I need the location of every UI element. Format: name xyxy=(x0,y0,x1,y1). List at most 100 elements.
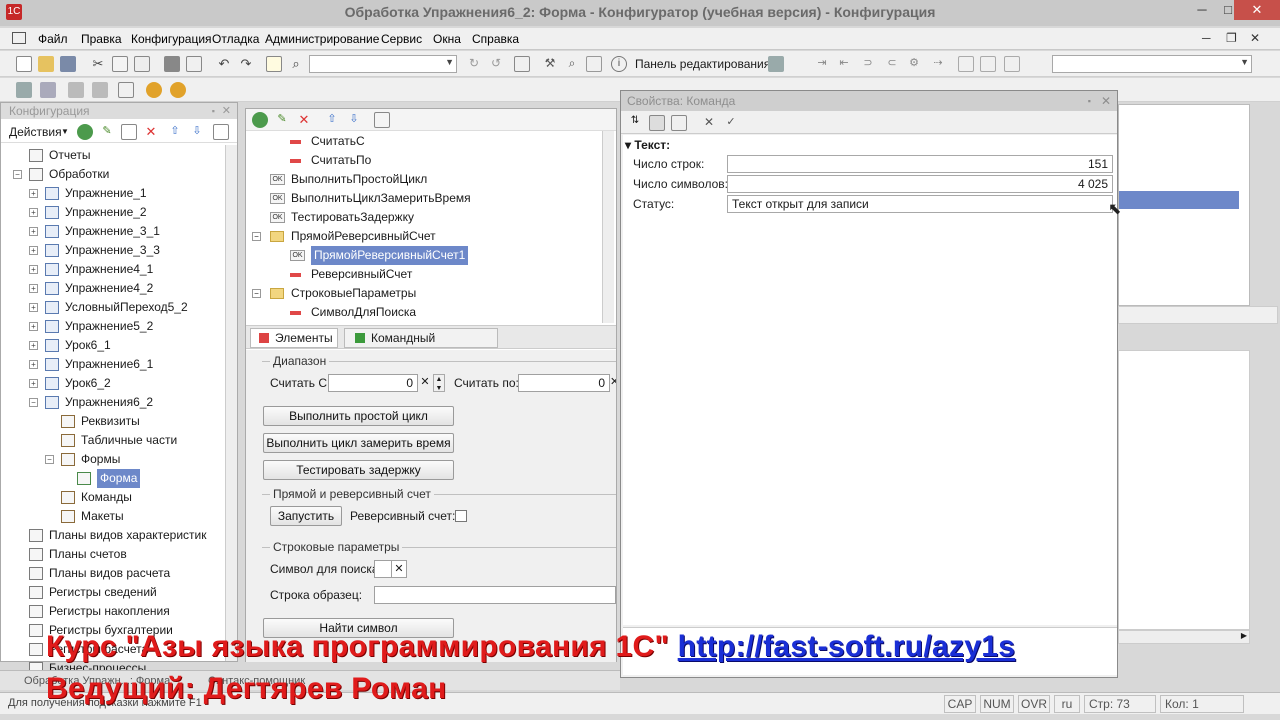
tree-item[interactable]: + Упражнение_1 xyxy=(1,184,223,203)
menu-windows[interactable]: Окна xyxy=(433,32,461,46)
tree-item[interactable]: + Упражнение5_2 xyxy=(1,317,223,336)
chevron-down-icon[interactable]: ▼ xyxy=(445,57,454,67)
pin-icon[interactable]: ▪ xyxy=(1088,91,1091,111)
property-value[interactable]: 4 025 xyxy=(727,175,1113,193)
block-icon[interactable]: ⊃ xyxy=(860,56,876,72)
tab-command-interface[interactable]: Командный интерфейс xyxy=(344,328,498,363)
tree-item[interactable]: Планы видов расчета xyxy=(1,564,223,583)
horizontal-scrollbar[interactable]: ▶ xyxy=(1118,630,1250,644)
procedures-combo[interactable]: ▼ xyxy=(1052,55,1252,73)
collapse-icon[interactable]: − xyxy=(29,398,38,407)
categories-icon[interactable] xyxy=(649,115,665,131)
test-delay-button[interactable]: Тестировать задержку xyxy=(263,460,454,480)
copy-item-icon[interactable] xyxy=(121,124,137,140)
panel-close-icon[interactable]: ✕ xyxy=(222,103,231,119)
menu-service[interactable]: Сервис xyxy=(381,32,422,46)
tab-elements[interactable]: Элементы xyxy=(250,328,338,348)
menu-file[interactable]: Файл xyxy=(38,32,68,46)
element-item[interactable]: СчитатьПо xyxy=(246,151,598,170)
windows-icon[interactable] xyxy=(514,56,530,72)
chevron-down-icon[interactable]: ▼ xyxy=(61,127,69,136)
paste-icon[interactable] xyxy=(134,56,150,72)
config-icon[interactable] xyxy=(16,82,32,98)
new-icon[interactable] xyxy=(16,56,32,72)
tree-item[interactable]: Реквизиты xyxy=(1,412,223,431)
copy-icon[interactable] xyxy=(112,56,128,72)
expand-icon[interactable]: + xyxy=(29,341,38,350)
unblock-icon[interactable]: ⊂ xyxy=(884,56,900,72)
undo-icon[interactable]: ↶ xyxy=(216,56,232,72)
debug-icon[interactable] xyxy=(170,82,186,98)
scroll-right-icon[interactable]: ▶ xyxy=(1241,631,1247,640)
doc-icon[interactable] xyxy=(586,56,602,72)
tree-item[interactable]: + Упражнение_3_3 xyxy=(1,241,223,260)
expand-icon[interactable]: + xyxy=(29,303,38,312)
collapse-icon[interactable]: − xyxy=(13,170,22,179)
tree-item[interactable]: + Упражнение4_1 xyxy=(1,260,223,279)
course-link[interactable]: http://fast-soft.ru/azy1s xyxy=(678,630,1016,663)
format-icon[interactable]: ⚙ xyxy=(906,56,922,72)
properties-close-icon[interactable]: ✕ xyxy=(1101,91,1111,111)
expand-icon[interactable]: + xyxy=(29,265,38,274)
next-bookmark-icon[interactable] xyxy=(980,56,996,72)
tree-item[interactable]: Отчеты xyxy=(1,146,223,165)
confirm-icon[interactable]: ✓ xyxy=(723,115,739,131)
tree-item[interactable]: + Упражнение_2 xyxy=(1,203,223,222)
element-item[interactable]: OK ВыполнитьПростойЦикл xyxy=(246,170,598,189)
clear-bookmarks-icon[interactable] xyxy=(1004,56,1020,72)
start-debug-icon[interactable] xyxy=(118,82,134,98)
sample-string-input[interactable] xyxy=(374,586,616,604)
print-icon[interactable] xyxy=(164,56,180,72)
add-icon[interactable] xyxy=(77,124,93,140)
tree-item[interactable]: − Обработки xyxy=(1,165,223,184)
sort-icon[interactable] xyxy=(213,124,229,140)
expand-icon[interactable]: + xyxy=(29,227,38,236)
selected-row[interactable] xyxy=(1119,191,1239,209)
tree-item[interactable]: + Упражнение_3_1 xyxy=(1,222,223,241)
element-item[interactable]: OK ПрямойРеверсивныйСчет1 xyxy=(246,246,598,265)
info-icon[interactable]: i xyxy=(611,56,627,72)
cut-icon[interactable]: ✂ xyxy=(90,56,106,72)
menu-help[interactable]: Справка xyxy=(472,32,519,46)
config-tree-scrollbar[interactable] xyxy=(225,145,237,661)
tree-item[interactable]: + Упражнение4_2 xyxy=(1,279,223,298)
update-db-icon[interactable] xyxy=(68,82,84,98)
element-item[interactable]: OK ВыполнитьЦиклЗамеритьВремя xyxy=(246,189,598,208)
open-icon[interactable] xyxy=(38,56,54,72)
mdi-close-button[interactable]: ✕ xyxy=(1250,31,1260,45)
find-in-file-icon[interactable] xyxy=(266,56,282,72)
move-down-icon[interactable]: ⇩ xyxy=(189,124,205,140)
tool-icon[interactable]: ⚒ xyxy=(542,56,558,72)
expand-icon[interactable]: + xyxy=(29,208,38,217)
elements-tree-scrollbar[interactable] xyxy=(602,131,614,323)
tree-item[interactable]: Табличные части xyxy=(1,431,223,450)
run-timed-loop-button[interactable]: Выполнить цикл замерить время xyxy=(263,433,454,453)
delete-icon[interactable]: ✕ xyxy=(143,124,159,140)
property-value[interactable]: 151 xyxy=(727,155,1113,173)
add-element-icon[interactable] xyxy=(252,112,268,128)
pin-icon[interactable]: ▪ xyxy=(212,103,215,119)
delete-element-icon[interactable]: ✕ xyxy=(296,112,312,128)
tree-item[interactable]: − Формы xyxy=(1,450,223,469)
element-item[interactable]: СимволДляПоиска xyxy=(246,303,598,322)
element-item[interactable]: РеверсивныйСчет xyxy=(246,265,598,284)
tree-item[interactable]: Регистры накопления xyxy=(1,602,223,621)
indent-icon[interactable]: ⇥ xyxy=(814,56,830,72)
main-menu-icon[interactable] xyxy=(12,32,26,44)
search-next-icon[interactable]: ↻ xyxy=(466,56,482,72)
menu-debug[interactable]: Отладка xyxy=(212,32,259,46)
element-item[interactable]: − ПрямойРеверсивныйСчет xyxy=(246,227,598,246)
menu-configuration[interactable]: Конфигурация xyxy=(131,32,212,46)
expand-icon[interactable]: + xyxy=(29,322,38,331)
start-button[interactable]: Запустить xyxy=(270,506,342,526)
move-down-element-icon[interactable]: ⇩ xyxy=(346,112,362,128)
collapse-icon[interactable]: − xyxy=(252,232,261,241)
text-section-title[interactable]: ▾ Текст: xyxy=(625,138,670,152)
tree-item[interactable]: + Урок6_2 xyxy=(1,374,223,393)
clear-icon[interactable]: ✕ xyxy=(419,375,431,391)
db-icon[interactable] xyxy=(40,82,56,98)
clear-icon[interactable]: ✕ xyxy=(610,375,616,388)
close-button[interactable]: ✕ xyxy=(1234,0,1280,20)
tree-item[interactable]: − Упражнения6_2 xyxy=(1,393,223,412)
run-simple-loop-button[interactable]: Выполнить простой цикл xyxy=(263,406,454,426)
